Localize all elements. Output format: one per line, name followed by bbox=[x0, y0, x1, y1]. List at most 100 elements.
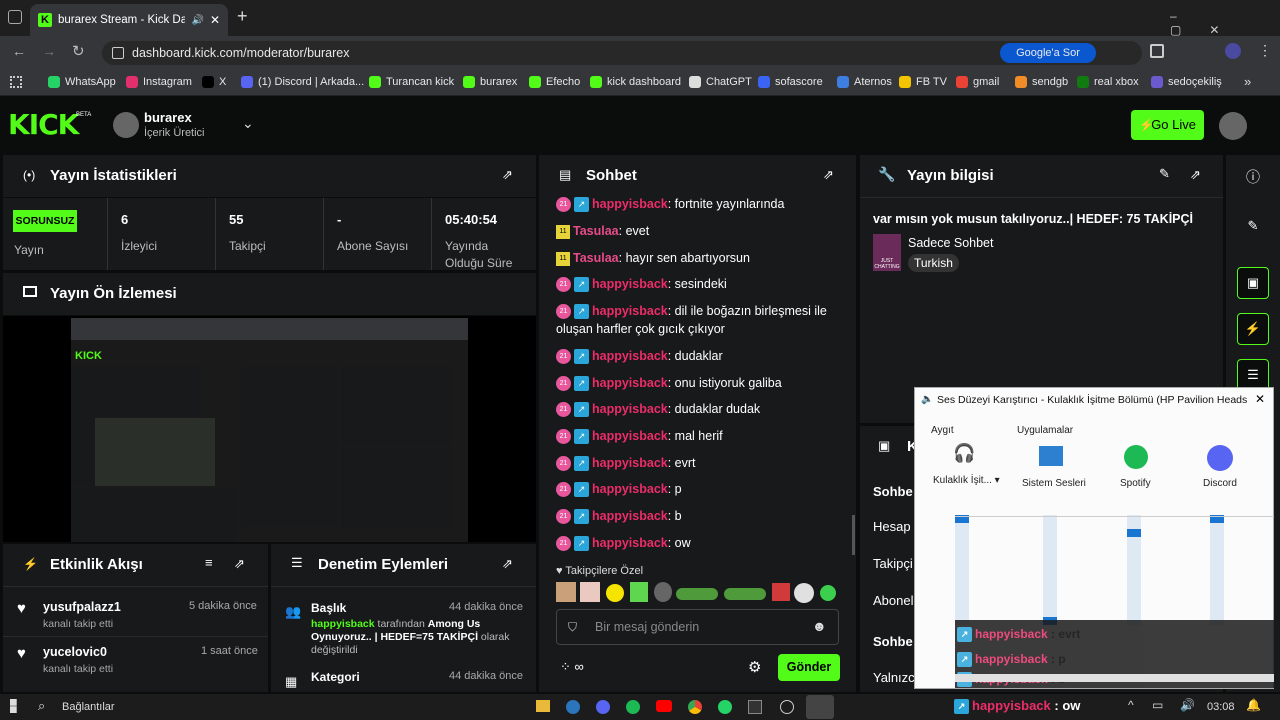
chat-scrollbar[interactable] bbox=[852, 515, 855, 555]
emoji-icon[interactable]: ☻ bbox=[812, 618, 827, 634]
go-live-label: Go Live bbox=[1151, 117, 1196, 132]
mixer-scrollbar[interactable] bbox=[955, 674, 1274, 682]
reload-icon[interactable]: ↻ bbox=[72, 42, 85, 60]
bookmark-item[interactable]: Instagram bbox=[126, 76, 192, 88]
mixer-taskbar-icon[interactable] bbox=[806, 695, 834, 719]
popout-icon[interactable]: ⇗ bbox=[502, 556, 513, 572]
volume-slider[interactable] bbox=[1043, 515, 1057, 625]
windows-start-icon[interactable] bbox=[10, 699, 17, 713]
popout-icon[interactable]: ⇗ bbox=[234, 556, 245, 572]
chevron-down-icon[interactable]: ⌄ bbox=[242, 115, 254, 132]
lightning-icon[interactable]: ⚡ bbox=[1237, 313, 1269, 345]
volume-icon[interactable]: 🔊 bbox=[1180, 698, 1195, 712]
device-select[interactable]: Kulaklık İşit... ▾ bbox=[933, 475, 1000, 486]
send-button[interactable]: Gönder bbox=[778, 654, 840, 681]
bookmark-item[interactable]: FB TV bbox=[899, 76, 947, 88]
bookmark-item[interactable]: sedoçekiliş bbox=[1151, 76, 1222, 88]
spotify-icon[interactable] bbox=[626, 700, 640, 714]
chat-username[interactable]: happyisback bbox=[592, 482, 668, 496]
chat-input[interactable]: ⛉ Bir mesaj gönderin ☻ bbox=[556, 609, 839, 645]
browser-tab[interactable]: K burarex Stream - Kick Dashb 🔊 ✕ bbox=[30, 4, 228, 36]
preview-screenshot[interactable]: KICK bbox=[71, 318, 468, 542]
window-controls[interactable]: –▢✕ bbox=[1170, 9, 1280, 37]
edit-icon[interactable]: ✎ bbox=[1237, 210, 1269, 242]
vip-badge-icon: ↗ bbox=[574, 536, 589, 552]
settings-dots-icon[interactable]: ⁘ ∞ bbox=[560, 659, 584, 675]
bookmark-item[interactable]: WhatsApp bbox=[48, 76, 116, 88]
bookmark-item[interactable]: Turancan kick bbox=[369, 76, 454, 88]
filter-icon[interactable]: ≡ bbox=[205, 555, 213, 570]
popout-icon[interactable]: ⇗ bbox=[502, 167, 513, 183]
discord-icon[interactable] bbox=[596, 700, 610, 714]
bookmark-item[interactable]: (1) Discord | Arkada... bbox=[241, 76, 364, 88]
avatar[interactable] bbox=[113, 112, 139, 138]
steam-icon[interactable] bbox=[566, 700, 580, 714]
apps-grid-icon[interactable] bbox=[10, 76, 22, 88]
explorer-icon[interactable] bbox=[536, 700, 550, 712]
forward-icon[interactable]: → bbox=[42, 43, 56, 59]
bookmark-item[interactable]: burarex bbox=[463, 76, 517, 88]
popout-icon[interactable]: ⇗ bbox=[823, 167, 834, 183]
whatsapp-icon[interactable] bbox=[718, 700, 732, 714]
extensions-icon[interactable] bbox=[1150, 44, 1164, 58]
chat-username[interactable]: Tasulaa bbox=[573, 251, 619, 265]
menu-icon[interactable]: ⋮ bbox=[1258, 42, 1272, 59]
user-avatar[interactable] bbox=[1219, 112, 1247, 140]
popout-icon[interactable]: ⇗ bbox=[1190, 167, 1201, 183]
chrome-icon[interactable] bbox=[688, 700, 702, 714]
volume-slider[interactable] bbox=[1127, 515, 1141, 625]
go-live-button[interactable]: ⚡ Go Live bbox=[1131, 110, 1204, 140]
close-tab-icon[interactable]: ✕ bbox=[210, 13, 220, 27]
chat-username[interactable]: Tasulaa bbox=[573, 224, 619, 238]
chat-username[interactable]: happyisback bbox=[592, 429, 668, 443]
bookmark-item[interactable]: gmail bbox=[956, 76, 999, 88]
chat-text: : dudaklar bbox=[667, 349, 723, 363]
bookmark-item[interactable]: kick dashboard bbox=[590, 76, 681, 88]
edit-icon[interactable]: ✎ bbox=[1159, 166, 1170, 182]
chat-username[interactable]: happyisback bbox=[592, 509, 668, 523]
bookmark-item[interactable]: Aternos bbox=[837, 76, 892, 88]
layout-icon[interactable]: ▣ bbox=[1237, 267, 1269, 299]
close-icon[interactable]: ✕ bbox=[1255, 392, 1265, 406]
url-field[interactable]: dashboard.kick.com/moderator/burarex bbox=[102, 41, 1142, 65]
network-icon[interactable]: ▭ bbox=[1152, 698, 1163, 712]
chat-username[interactable]: happyisback bbox=[592, 304, 668, 318]
bookmark-item[interactable]: real xbox bbox=[1077, 76, 1139, 88]
bookmark-item[interactable]: ChatGPT bbox=[689, 76, 752, 88]
volume-slider[interactable] bbox=[1210, 515, 1224, 625]
chat-username[interactable]: happyisback bbox=[592, 456, 668, 470]
info-icon[interactable]: ⓘ bbox=[1246, 167, 1260, 187]
category-thumbnail[interactable]: JUST CHATTING bbox=[873, 234, 901, 271]
kick-logo[interactable]: KICK bbox=[8, 108, 79, 141]
profile-icon[interactable] bbox=[1225, 43, 1241, 59]
chat-username[interactable]: happyisback bbox=[592, 376, 668, 390]
chat-username[interactable]: happyisback bbox=[592, 277, 668, 291]
notification-icon[interactable]: 🔔 bbox=[1246, 698, 1261, 712]
emote-row[interactable] bbox=[556, 582, 840, 604]
back-icon[interactable]: ← bbox=[12, 43, 26, 59]
taskbar-search[interactable]: Bağlantılar bbox=[62, 701, 115, 713]
chat-username[interactable]: happyisback bbox=[592, 402, 668, 416]
bookmark-item[interactable]: X bbox=[202, 76, 226, 88]
clock-app-icon[interactable] bbox=[780, 700, 794, 714]
new-tab-icon[interactable]: + bbox=[237, 6, 248, 27]
volume-slider-thumb[interactable] bbox=[1127, 529, 1141, 537]
bookmark-icon bbox=[202, 76, 214, 88]
gear-icon[interactable]: ⚙ bbox=[748, 658, 761, 676]
app-icon[interactable] bbox=[748, 700, 762, 714]
chat-username[interactable]: happyisback bbox=[592, 536, 668, 550]
youtube-icon[interactable] bbox=[656, 700, 672, 712]
tab-search-icon[interactable] bbox=[8, 10, 22, 24]
search-icon[interactable]: ⌕ bbox=[38, 698, 45, 714]
chat-username[interactable]: happyisback bbox=[592, 197, 668, 211]
more-bookmarks-icon[interactable]: » bbox=[1244, 74, 1251, 89]
bookmark-item[interactable]: Efecho bbox=[529, 76, 580, 88]
site-info-icon[interactable] bbox=[112, 47, 124, 59]
volume-slider[interactable] bbox=[955, 515, 969, 625]
bookmark-item[interactable]: sofascore bbox=[758, 76, 823, 88]
google-ask-button[interactable]: Google'a Sor bbox=[1000, 43, 1096, 63]
chat-username[interactable]: happyisback bbox=[592, 349, 668, 363]
bookmark-item[interactable]: sendgb bbox=[1015, 76, 1068, 88]
category-name[interactable]: Sadece Sohbet bbox=[908, 236, 994, 250]
tray-chevron-icon[interactable]: ^ bbox=[1128, 698, 1134, 712]
